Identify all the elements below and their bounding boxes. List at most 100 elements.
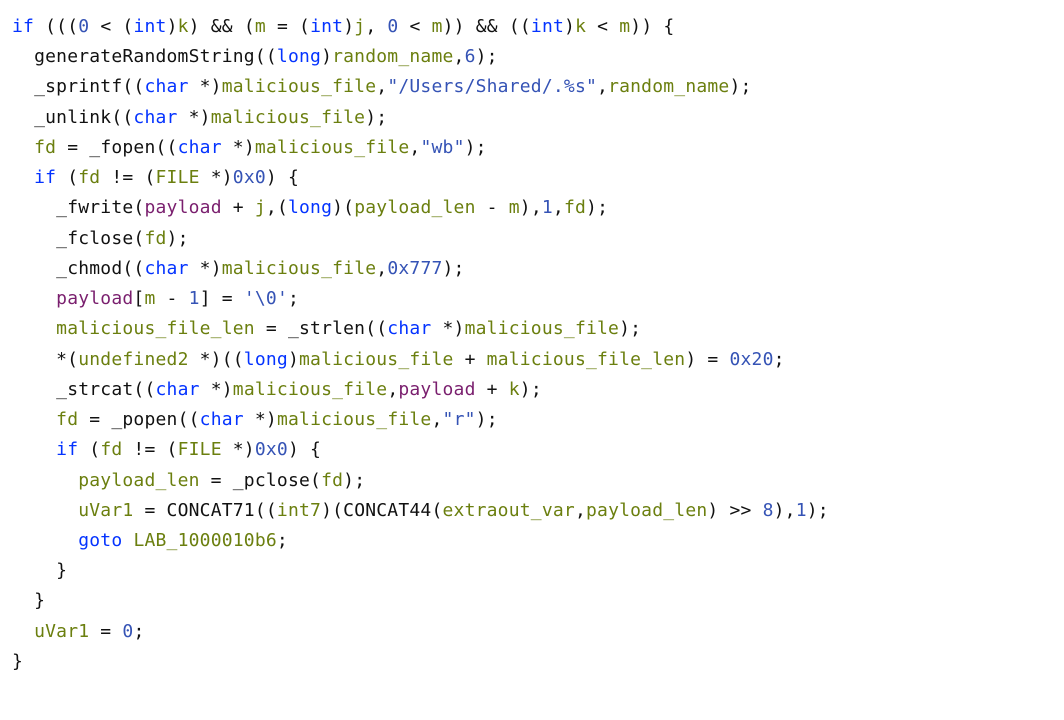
token-p: } bbox=[12, 651, 23, 672]
token-p bbox=[12, 530, 78, 551]
token-var: m bbox=[144, 288, 155, 309]
token-arg: payload bbox=[144, 197, 221, 218]
token-p: *) bbox=[189, 76, 222, 97]
code-line: _fwrite(payload + j,(long)(payload_len -… bbox=[12, 193, 1052, 223]
code-line: payload[m - 1] = '\0'; bbox=[12, 284, 1052, 314]
token-p: ), bbox=[774, 500, 796, 521]
token-var: fd bbox=[34, 137, 56, 158]
token-p: + bbox=[476, 379, 509, 400]
token-p: = bbox=[200, 470, 233, 491]
token-kw: char bbox=[144, 258, 188, 279]
token-p: ; bbox=[774, 349, 785, 370]
token-p bbox=[12, 621, 34, 642]
token-var: malicious_file bbox=[211, 107, 366, 128]
token-p: = ( bbox=[266, 16, 310, 37]
token-p: ); bbox=[465, 137, 487, 158]
token-p: ( bbox=[56, 167, 78, 188]
token-p: ) bbox=[343, 16, 354, 37]
token-idn: uVar1 bbox=[34, 621, 89, 642]
token-p bbox=[12, 228, 56, 249]
token-kw: long bbox=[277, 46, 321, 67]
code-line: *(undefined2 *)((long)malicious_file + m… bbox=[12, 345, 1052, 375]
token-p: *) bbox=[178, 107, 211, 128]
code-line: uVar1 = CONCAT71((int7)(CONCAT44(extraou… bbox=[12, 496, 1052, 526]
token-var: malicious_file bbox=[299, 349, 454, 370]
token-fn: _fopen bbox=[89, 137, 155, 158]
token-var: fd bbox=[56, 409, 78, 430]
token-p: , bbox=[597, 76, 608, 97]
token-p: = bbox=[89, 621, 122, 642]
token-fn: _strcat bbox=[56, 379, 133, 400]
token-p: *) bbox=[189, 258, 222, 279]
token-kw: char bbox=[200, 409, 244, 430]
code-line: goto LAB_1000010b6; bbox=[12, 526, 1052, 556]
token-p: ); bbox=[167, 228, 189, 249]
token-num: 1 bbox=[189, 288, 200, 309]
token-p: ), bbox=[520, 197, 542, 218]
token-num: 8 bbox=[763, 500, 774, 521]
token-var: malicious_file bbox=[233, 379, 388, 400]
token-fn: CONCAT71 bbox=[167, 500, 255, 521]
token-p: ); bbox=[365, 107, 387, 128]
token-p: *)(( bbox=[189, 349, 244, 370]
token-fn: _sprintf bbox=[34, 76, 122, 97]
token-p: , bbox=[376, 76, 387, 97]
token-kw: char bbox=[387, 318, 431, 339]
token-p bbox=[12, 318, 56, 339]
token-fn: _fwrite bbox=[56, 197, 133, 218]
token-p: (( bbox=[111, 107, 133, 128]
token-p: *) bbox=[244, 409, 277, 430]
token-p: - bbox=[476, 197, 509, 218]
token-var: payload_len bbox=[586, 500, 707, 521]
token-var: random_name bbox=[608, 76, 729, 97]
token-p: (( bbox=[255, 46, 277, 67]
token-p: = bbox=[255, 318, 288, 339]
token-p: ); bbox=[343, 470, 365, 491]
token-var: fd bbox=[100, 439, 122, 460]
token-p: *) bbox=[431, 318, 464, 339]
token-p: < bbox=[586, 16, 619, 37]
token-kw: if bbox=[34, 167, 56, 188]
token-kw: char bbox=[144, 76, 188, 97]
code-line: fd = _popen((char *)malicious_file,"r"); bbox=[12, 405, 1052, 435]
token-p bbox=[12, 288, 56, 309]
token-var: m bbox=[255, 16, 266, 37]
code-line: _unlink((char *)malicious_file); bbox=[12, 103, 1052, 133]
token-p: ); bbox=[807, 500, 829, 521]
token-var: m bbox=[619, 16, 630, 37]
token-kw: int bbox=[531, 16, 564, 37]
code-line: _fclose(fd); bbox=[12, 224, 1052, 254]
token-p: ; bbox=[133, 621, 144, 642]
token-p: ] = bbox=[200, 288, 244, 309]
code-line: _sprintf((char *)malicious_file,"/Users/… bbox=[12, 72, 1052, 102]
token-p bbox=[12, 439, 56, 460]
token-idn: uVar1 bbox=[78, 500, 133, 521]
token-p: ; bbox=[277, 530, 288, 551]
token-fn: _popen bbox=[111, 409, 177, 430]
token-p: ) >> bbox=[707, 500, 762, 521]
token-num: 0x20 bbox=[729, 349, 773, 370]
token-p bbox=[12, 470, 78, 491]
token-num: 1 bbox=[542, 197, 553, 218]
token-p: , bbox=[387, 379, 398, 400]
code-line: _strcat((char *)malicious_file,payload +… bbox=[12, 375, 1052, 405]
code-line: fd = _fopen((char *)malicious_file,"wb")… bbox=[12, 133, 1052, 163]
token-p: (( bbox=[255, 500, 277, 521]
token-p bbox=[12, 137, 34, 158]
token-var: fd bbox=[144, 228, 166, 249]
token-var: malicious_file bbox=[222, 76, 377, 97]
token-p: ) = bbox=[685, 349, 729, 370]
token-var: payload_len bbox=[78, 470, 199, 491]
token-var: malicious_file bbox=[465, 318, 620, 339]
code-line: if (fd != (FILE *)0x0) { bbox=[12, 435, 1052, 465]
token-chr: '\0' bbox=[244, 288, 288, 309]
token-var: payload_len bbox=[354, 197, 475, 218]
token-p: [ bbox=[133, 288, 144, 309]
token-p: , bbox=[376, 258, 387, 279]
token-var: fd bbox=[321, 470, 343, 491]
token-p: ) bbox=[167, 16, 178, 37]
token-p bbox=[122, 530, 133, 551]
token-p: ( bbox=[133, 228, 144, 249]
token-str: "/Users/Shared/.%s" bbox=[387, 76, 597, 97]
token-p bbox=[12, 500, 78, 521]
